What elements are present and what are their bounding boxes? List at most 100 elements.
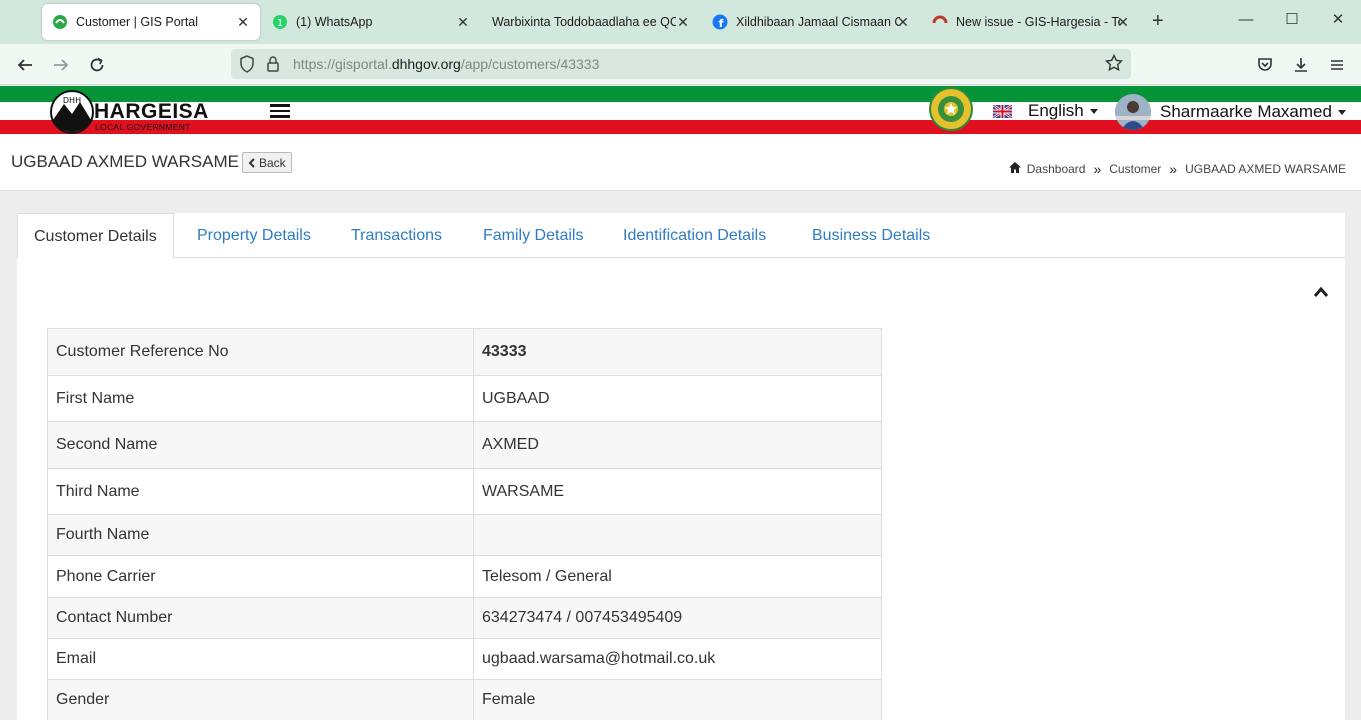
bookmark-star-icon[interactable]: [1104, 53, 1124, 77]
download-icon[interactable]: [1289, 53, 1313, 77]
logo-subtext: LOCAL GOVERNMENT: [95, 122, 191, 132]
uk-flag-icon: [993, 104, 1012, 118]
hargeisa-logo[interactable]: DHH HARGEISA LOCAL GOVERNMENT: [50, 90, 210, 134]
back-arrow-icon[interactable]: [13, 53, 37, 77]
detail-value: AXMED: [473, 421, 882, 469]
tab-transactions[interactable]: Transactions: [335, 213, 458, 258]
close-tab-icon[interactable]: ✕: [234, 13, 252, 31]
home-icon: [1008, 161, 1021, 173]
avatar: [1115, 94, 1151, 130]
detail-value: WARSAME: [473, 468, 882, 515]
tab-identification-details[interactable]: Identification Details: [607, 213, 782, 258]
close-tab-icon[interactable]: ✕: [894, 13, 912, 31]
tab-title: (1) WhatsApp: [296, 15, 373, 29]
detail-value: 43333: [473, 328, 882, 376]
detail-label: Third Name: [47, 468, 474, 515]
customer-details-table: Customer Reference No 43333 First Name U…: [47, 328, 882, 720]
detail-label: Second Name: [47, 421, 474, 469]
detail-label: Contact Number: [47, 597, 474, 639]
table-row: Third Name WARSAME: [47, 468, 882, 515]
caret-down-icon: [1337, 109, 1346, 115]
table-row: Gender Female: [47, 679, 882, 720]
maximize-icon[interactable]: ☐: [1282, 10, 1302, 30]
back-button[interactable]: Back: [242, 152, 292, 173]
tab-property-details[interactable]: Property Details: [181, 213, 327, 258]
back-button-label: Back: [259, 155, 286, 170]
table-row: Fourth Name: [47, 514, 882, 556]
close-window-icon[interactable]: ✕: [1328, 10, 1348, 30]
detail-tabs: Customer Details Property Details Transa…: [17, 213, 1345, 259]
table-row: Phone Carrier Telesom / General: [47, 555, 882, 598]
detail-value: ugbaad.warsama@hotmail.co.uk: [473, 638, 882, 680]
url-text: https://gisportal.dhhgov.org/app/custome…: [293, 56, 600, 72]
shield-icon[interactable]: [239, 55, 255, 78]
whatsapp-icon: 1: [272, 14, 288, 30]
gitlab-icon: [932, 14, 948, 30]
caret-down-icon: [1089, 108, 1098, 114]
page-title: UGBAAD AXMED WARSAME: [11, 152, 239, 171]
chevron-left-icon: [248, 157, 255, 168]
detail-value: [473, 514, 882, 556]
new-tab-plus-icon[interactable]: +: [1152, 11, 1164, 31]
lock-icon[interactable]: [266, 55, 280, 78]
reload-icon[interactable]: [85, 53, 109, 77]
address-bar[interactable]: https://gisportal.dhhgov.org/app/custome…: [231, 49, 1131, 79]
detail-value: Female: [473, 679, 882, 720]
pocket-icon[interactable]: [1253, 53, 1277, 77]
tab-family-details[interactable]: Family Details: [467, 213, 599, 258]
close-tab-icon[interactable]: ✕: [1114, 13, 1132, 31]
detail-label: Fourth Name: [47, 514, 474, 556]
sidebar-toggle-icon[interactable]: [270, 104, 290, 118]
tab-title: New issue - GIS-Hargesia - Tear: [956, 15, 1120, 29]
svg-text:f: f: [719, 17, 724, 30]
user-name: Sharmaarke Maxamed: [1160, 102, 1332, 121]
breadcrumb-separator: »: [1093, 161, 1102, 177]
language-selector[interactable]: English: [993, 101, 1098, 121]
table-row: Second Name AXMED: [47, 421, 882, 469]
gis-portal-icon: [52, 14, 68, 30]
detail-label: Phone Carrier: [47, 555, 474, 598]
browser-tab-gitlab[interactable]: New issue - GIS-Hargesia - Tear ✕: [922, 4, 1140, 40]
breadcrumb-separator: »: [1169, 161, 1178, 177]
close-tab-icon[interactable]: ✕: [454, 13, 472, 31]
browser-tab-whatsapp[interactable]: 1 (1) WhatsApp ✕: [262, 4, 480, 40]
detail-label: First Name: [47, 375, 474, 422]
detail-label: Gender: [47, 679, 474, 720]
detail-value: UGBAAD: [473, 375, 882, 422]
browser-tab-gis-portal[interactable]: Customer | GIS Portal ✕: [42, 4, 260, 40]
svg-text:1: 1: [277, 18, 283, 29]
language-label: English: [1028, 101, 1084, 120]
minimize-icon[interactable]: —: [1236, 10, 1256, 30]
table-row: Customer Reference No 43333: [47, 328, 882, 376]
browser-tab-facebook[interactable]: f Xildhibaan Jamaal Cismaan Cal ✕: [702, 4, 920, 40]
tab-title: Xildhibaan Jamaal Cismaan Cal: [736, 15, 900, 29]
user-menu[interactable]: Sharmaarke Maxamed: [1115, 94, 1346, 130]
detail-label: Customer Reference No: [47, 328, 474, 376]
tab-title: Warbixinta Toddobaadlaha ee QC.p: [492, 15, 676, 29]
logo-emblem-icon: DHH: [50, 90, 94, 134]
breadcrumb-customer[interactable]: Customer: [1109, 162, 1161, 176]
tab-title: Customer | GIS Portal: [76, 15, 199, 29]
page-title-bar: UGBAAD AXMED WARSAME Back Dashboard » Cu…: [0, 134, 1361, 191]
tab-customer-details[interactable]: Customer Details: [17, 213, 174, 259]
breadcrumb-current: UGBAAD AXMED WARSAME: [1185, 162, 1346, 176]
chevron-up-icon[interactable]: [1313, 285, 1329, 299]
table-row: Contact Number 634273474 / 007453495409: [47, 597, 882, 639]
breadcrumb: Dashboard » Customer » UGBAAD AXMED WARS…: [1008, 161, 1346, 177]
menu-icon[interactable]: [1325, 53, 1349, 77]
forward-arrow-icon[interactable]: [49, 53, 73, 77]
detail-label: Email: [47, 638, 474, 680]
tab-business-details[interactable]: Business Details: [796, 213, 946, 258]
site-header: DHH HARGEISA LOCAL GOVERNMENT English Sh…: [0, 86, 1361, 134]
browser-tab-bar: Customer | GIS Portal ✕ 1 (1) WhatsApp ✕…: [0, 0, 1361, 44]
table-row: First Name UGBAAD: [47, 375, 882, 422]
table-row: Email ugbaad.warsama@hotmail.co.uk: [47, 638, 882, 680]
close-tab-icon[interactable]: ✕: [674, 13, 692, 31]
browser-nav-bar: https://gisportal.dhhgov.org/app/custome…: [0, 44, 1361, 85]
logo-text: HARGEISA: [94, 100, 209, 123]
logo-badge-text: DHH: [63, 96, 81, 105]
customer-card: Customer Details Property Details Transa…: [17, 213, 1345, 720]
detail-value: 634273474 / 007453495409: [473, 597, 882, 639]
breadcrumb-dashboard[interactable]: Dashboard: [1027, 162, 1086, 176]
browser-tab-warbixinta[interactable]: Warbixinta Toddobaadlaha ee QC.p ✕: [482, 4, 700, 40]
